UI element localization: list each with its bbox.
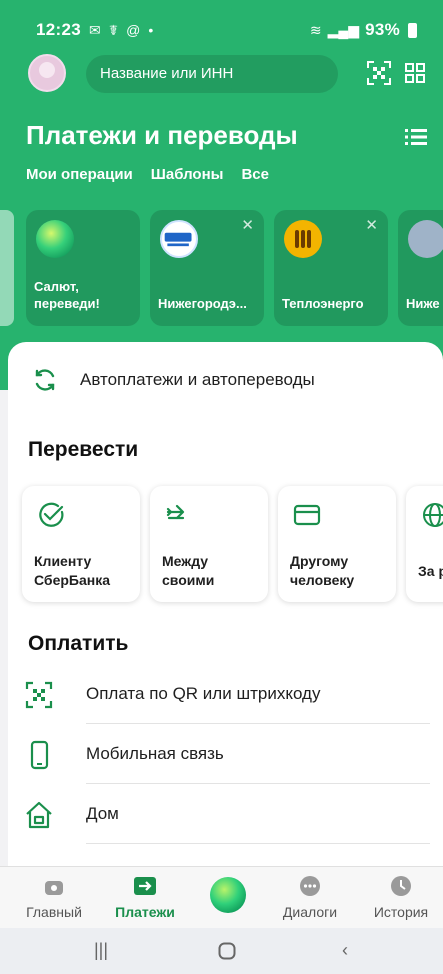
payments-nav-icon: [134, 877, 156, 895]
filter-tabs: Мои операции Шаблоны Все: [26, 166, 269, 183]
pay-title: Оплатить: [28, 632, 129, 655]
clock-nav-icon: [391, 876, 411, 896]
avatar[interactable]: [28, 54, 66, 92]
bottom-navigation: Главный Платежи Диалоги История: [0, 866, 443, 928]
battery-icon: [408, 22, 417, 38]
autopay-row[interactable]: Автоплатежи и автопереводы: [32, 366, 315, 394]
battery-percent: 93%: [365, 20, 400, 39]
signal-icon: ▂▄▆: [327, 21, 360, 38]
transfer-card-abroad[interactable]: За ру: [406, 486, 443, 602]
filter-my-operations[interactable]: Мои операции: [26, 166, 133, 183]
quick-card-salut[interactable]: Салют, переведи!: [26, 210, 140, 326]
transfer-title: Перевести: [28, 438, 139, 461]
salut-logo-icon: [36, 220, 74, 258]
close-icon[interactable]: ✕: [365, 216, 378, 234]
qr-scan-icon[interactable]: [366, 60, 392, 86]
radiator-logo-icon: [284, 220, 322, 258]
status-time: 12:23: [36, 20, 81, 39]
quick-card-label: Салют, переведи!: [34, 279, 100, 311]
quick-cards-row: Салют, переведи! ✕ Нижегородэ... ✕ Тепло…: [0, 210, 443, 326]
filter-all[interactable]: Все: [241, 166, 269, 183]
divider: [86, 723, 430, 724]
nav-label: Главный: [26, 904, 82, 920]
transfer-card-sber-client[interactable]: Клиенту СберБанка: [22, 486, 140, 602]
quick-card-nizhegorod[interactable]: ✕ Нижегородэ...: [150, 210, 264, 326]
close-icon[interactable]: ✕: [241, 216, 254, 234]
previous-card-edge[interactable]: [0, 210, 14, 326]
nav-dialogs[interactable]: Диалоги: [270, 875, 350, 920]
divider: [86, 843, 430, 844]
transfer-card-label: Клиенту СберБанка: [34, 553, 111, 588]
list-menu-icon[interactable]: [405, 128, 427, 146]
notification-icon: ☤: [108, 21, 119, 38]
transfer-card-label: Между своими: [162, 553, 215, 588]
pay-item-label: Мобильная связь: [86, 744, 224, 763]
quick-card-label: Ниже: [406, 296, 440, 311]
phone-icon: [30, 740, 49, 770]
at-icon: @: [126, 22, 141, 38]
recent-apps-icon[interactable]: |||: [94, 940, 108, 961]
filter-templates[interactable]: Шаблоны: [151, 166, 224, 183]
building-logo-icon: [408, 220, 443, 258]
page-title: Платежи и переводы: [26, 120, 298, 150]
quick-card-label: Теплоэнерго: [282, 296, 364, 311]
transfer-card-label: Другому человеку: [290, 553, 355, 588]
nav-payments[interactable]: Платежи: [105, 875, 185, 920]
transfer-card-between-own[interactable]: Между своими: [150, 486, 268, 602]
system-navigation-bar: ||| ‹: [0, 928, 443, 974]
autopay-label: Автоплатежи и автопереводы: [80, 370, 315, 389]
card-icon: [293, 504, 321, 526]
nav-label: История: [373, 904, 429, 920]
home-nav-icon: [45, 881, 63, 895]
divider: [86, 783, 430, 784]
back-icon[interactable]: ‹: [342, 940, 348, 961]
home-system-icon[interactable]: [218, 942, 236, 960]
quick-card-teploenergo[interactable]: ✕ Теплоэнерго: [274, 210, 388, 326]
transfer-card-other-person[interactable]: Другому человеку: [278, 486, 396, 602]
salut-assistant-icon[interactable]: [210, 877, 246, 913]
qr-code-icon: [25, 681, 53, 709]
wifi-icon: ≋: [309, 21, 322, 38]
check-circle-icon: [39, 502, 64, 527]
pay-item-home[interactable]: Дом: [24, 786, 430, 844]
status-bar: 12:23 ✉ ☤ @ • ≋ ▂▄▆ 93%: [0, 14, 443, 50]
pay-item-qr[interactable]: Оплата по QR или штрихкоду: [24, 666, 430, 724]
globe-icon: [423, 503, 443, 527]
mail-icon: ✉: [88, 21, 101, 38]
search-input[interactable]: Название или ИНН: [86, 55, 338, 93]
quick-card-partial[interactable]: Ниже: [398, 210, 443, 326]
search-row: Название или ИНН: [0, 52, 443, 94]
exchange-arrows-icon: [166, 504, 185, 520]
quick-card-label: Нижегородэ...: [158, 296, 247, 311]
grid-menu-icon[interactable]: [405, 63, 425, 83]
nav-label: Диалоги: [282, 904, 338, 920]
nav-history[interactable]: История: [361, 875, 441, 920]
gazprom-logo-icon: [160, 220, 198, 258]
pay-item-label: Дом: [86, 804, 119, 823]
dot-icon: •: [148, 22, 154, 38]
refresh-icon: [35, 369, 55, 391]
pay-item-mobile[interactable]: Мобильная связь: [24, 726, 430, 784]
transfer-card-label: За ру: [418, 563, 443, 579]
transfer-cards: Клиенту СберБанка Между своими Другому чело…: [22, 486, 443, 602]
pay-item-label: Оплата по QR или штрихкоду: [86, 684, 321, 703]
nav-label: Платежи: [115, 904, 175, 920]
home-icon: [26, 801, 52, 829]
payments-sheet: Автоплатежи и автопереводы Перевести Кли…: [8, 342, 443, 870]
nav-main[interactable]: Главный: [14, 875, 94, 920]
chat-nav-icon: [300, 876, 320, 896]
